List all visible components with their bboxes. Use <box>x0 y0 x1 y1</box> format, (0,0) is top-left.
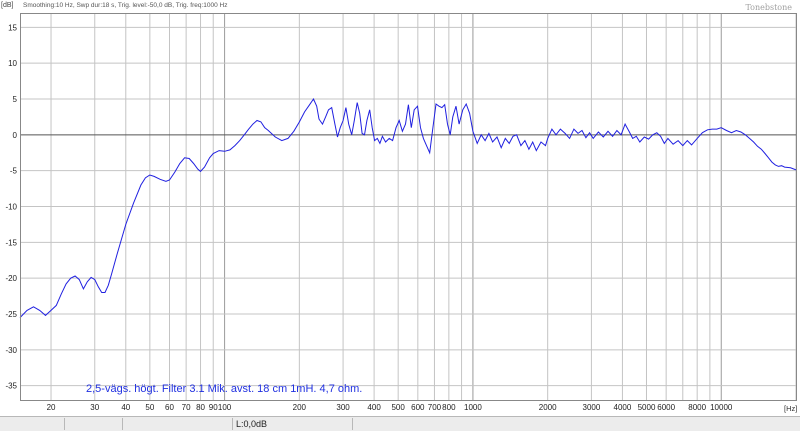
x-tick-label: 1000 <box>464 403 482 412</box>
x-tick-label: 5000 <box>638 403 656 412</box>
chart-background <box>0 0 800 416</box>
watermark: Tonebstone <box>745 3 792 12</box>
y-tick-label: 15 <box>8 23 17 32</box>
x-tick-label: 700 <box>428 403 442 412</box>
x-tick-label: 2000 <box>539 403 557 412</box>
x-tick-label: 6000 <box>657 403 675 412</box>
x-tick-label: 20 <box>47 403 56 412</box>
y-tick-label: -25 <box>5 310 17 319</box>
x-axis-unit-label: [Hz] <box>784 404 797 413</box>
x-tick-label: 8000 <box>688 403 706 412</box>
x-tick-label: 4000 <box>614 403 632 412</box>
status-cell-2 <box>65 418 123 430</box>
y-tick-label: -15 <box>5 238 17 247</box>
x-tick-label: 500 <box>391 403 405 412</box>
x-tick-label: 10000 <box>710 403 733 412</box>
x-tick-label: 100 <box>218 403 232 412</box>
x-tick-label: 70 <box>182 403 191 412</box>
x-tick-label: 90 <box>209 403 218 412</box>
y-tick-label: -10 <box>5 203 17 212</box>
x-tick-label: 50 <box>145 403 154 412</box>
y-axis-unit-label: [dB] <box>1 2 14 9</box>
status-cell-3 <box>123 418 233 430</box>
status-readout: L:0,0dB <box>233 418 353 430</box>
x-tick-label: 300 <box>336 403 350 412</box>
x-tick-label: 30 <box>90 403 99 412</box>
y-tick-label: -5 <box>10 167 18 176</box>
x-tick-label: 200 <box>293 403 307 412</box>
x-tick-label: 800 <box>442 403 456 412</box>
status-bar: L:0,0dB <box>0 416 800 431</box>
status-cell-1 <box>0 418 65 430</box>
chart-annotation: 2,5-vägs. högt. Filter 3.1 Mik. avst. 18… <box>86 383 362 395</box>
x-tick-label: 60 <box>165 403 174 412</box>
x-tick-label: 3000 <box>583 403 601 412</box>
header-info: Smoothing:10 Hz, Swp dur:18 s, Trig. lev… <box>23 2 228 9</box>
frequency-response-chart: 151050-5-10-15-20-25-30-35 20 30 40 50 60 70 8… <box>0 0 800 416</box>
y-tick-label: -30 <box>5 346 17 355</box>
x-tick-label: 600 <box>411 403 425 412</box>
y-tick-label: 0 <box>13 131 18 140</box>
x-tick-label: 400 <box>367 403 381 412</box>
y-tick-label: -20 <box>5 274 17 283</box>
x-tick-label: 80 <box>196 403 205 412</box>
y-tick-label: 5 <box>13 95 18 104</box>
x-tick-label: 40 <box>121 403 130 412</box>
y-tick-label: 10 <box>8 59 17 68</box>
y-tick-label: -35 <box>5 382 17 391</box>
